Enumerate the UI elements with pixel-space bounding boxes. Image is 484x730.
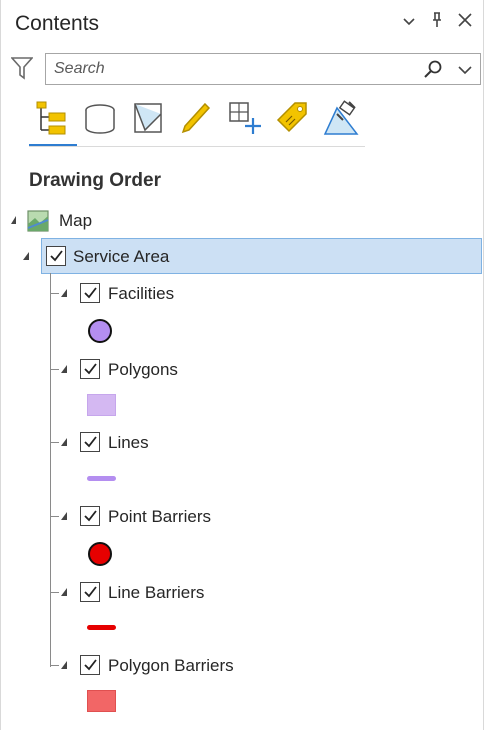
list-by-drawing-order-icon[interactable] — [33, 98, 71, 138]
collapse-triangle-icon[interactable] — [61, 365, 67, 373]
layer-visibility-checkbox[interactable] — [80, 432, 100, 452]
layer-row[interactable]: Facilities — [1, 283, 481, 313]
layer-visibility-checkbox[interactable] — [80, 283, 100, 303]
polygon-symbol-swatch — [87, 394, 116, 416]
layer-label: Facilities — [108, 284, 175, 303]
tree-node-map[interactable]: Map — [9, 206, 209, 236]
search-input[interactable] — [54, 59, 394, 79]
tree-connector-line — [51, 516, 59, 517]
layer-label: Point Barriers — [108, 507, 211, 526]
line-symbol-swatch — [87, 476, 116, 481]
list-by-editing-icon[interactable] — [177, 98, 215, 138]
tree-connector-line — [51, 369, 59, 370]
search-options-chevron-icon[interactable] — [456, 59, 476, 81]
line-symbol-swatch — [87, 625, 116, 630]
search-icon[interactable] — [422, 59, 444, 81]
layer-visibility-checkbox[interactable] — [80, 655, 100, 675]
layer-label: Polygon Barriers — [108, 656, 234, 675]
layer-row[interactable]: Point Barriers — [1, 506, 481, 536]
layer-row[interactable]: Lines — [1, 432, 481, 462]
list-by-selection-icon[interactable] — [129, 98, 167, 138]
collapse-triangle-icon[interactable] — [61, 588, 67, 596]
list-by-perspective-imagery-icon[interactable] — [321, 98, 359, 138]
collapse-triangle-icon[interactable] — [61, 438, 67, 446]
pane-title: Contents — [15, 12, 100, 35]
collapse-triangle-icon[interactable] — [23, 252, 29, 260]
section-heading: Drawing Order — [29, 170, 161, 191]
collapse-triangle-icon[interactable] — [61, 289, 67, 297]
layer-row[interactable]: Polygon Barriers — [1, 655, 481, 685]
collapse-triangle-icon[interactable] — [61, 661, 67, 669]
tree-connector-line — [51, 293, 59, 294]
tabs-divider — [29, 146, 365, 147]
collapse-triangle-icon[interactable] — [61, 512, 67, 520]
list-by-source-icon[interactable] — [81, 98, 119, 138]
layer-label: Polygons — [108, 360, 178, 379]
point-symbol-swatch — [88, 542, 112, 566]
search-field[interactable] — [45, 53, 481, 85]
service-area-checkbox[interactable] — [46, 246, 66, 266]
layer-visibility-checkbox[interactable] — [80, 506, 100, 526]
layer-row[interactable]: Polygons — [1, 359, 481, 389]
map-icon — [27, 210, 49, 232]
layer-label: Lines — [108, 433, 149, 452]
tree-label: Map — [59, 211, 93, 230]
layer-visibility-checkbox[interactable] — [80, 582, 100, 602]
layer-label: Line Barriers — [108, 583, 205, 602]
list-by-snapping-icon[interactable] — [225, 98, 263, 138]
filter-icon[interactable] — [10, 56, 35, 80]
collapse-triangle-icon[interactable] — [11, 216, 16, 224]
tree-connector-line — [51, 442, 59, 443]
close-icon[interactable] — [455, 12, 475, 36]
polygon-symbol-swatch — [87, 690, 116, 712]
tree-connector-line — [51, 592, 59, 593]
list-by-labeling-icon[interactable] — [273, 98, 311, 138]
layer-visibility-checkbox[interactable] — [80, 359, 100, 379]
layer-row[interactable]: Line Barriers — [1, 582, 481, 612]
tree-connector-line — [51, 665, 59, 666]
list-view-tabs — [29, 98, 369, 148]
point-symbol-swatch — [88, 319, 112, 343]
pin-icon[interactable] — [427, 12, 447, 36]
tree-label: Service Area — [73, 247, 170, 266]
pane-options-chevron-icon[interactable] — [399, 12, 419, 36]
contents-pane: Contents Search Drawing Order Map Servic… — [0, 0, 484, 730]
search-row — [10, 53, 481, 85]
